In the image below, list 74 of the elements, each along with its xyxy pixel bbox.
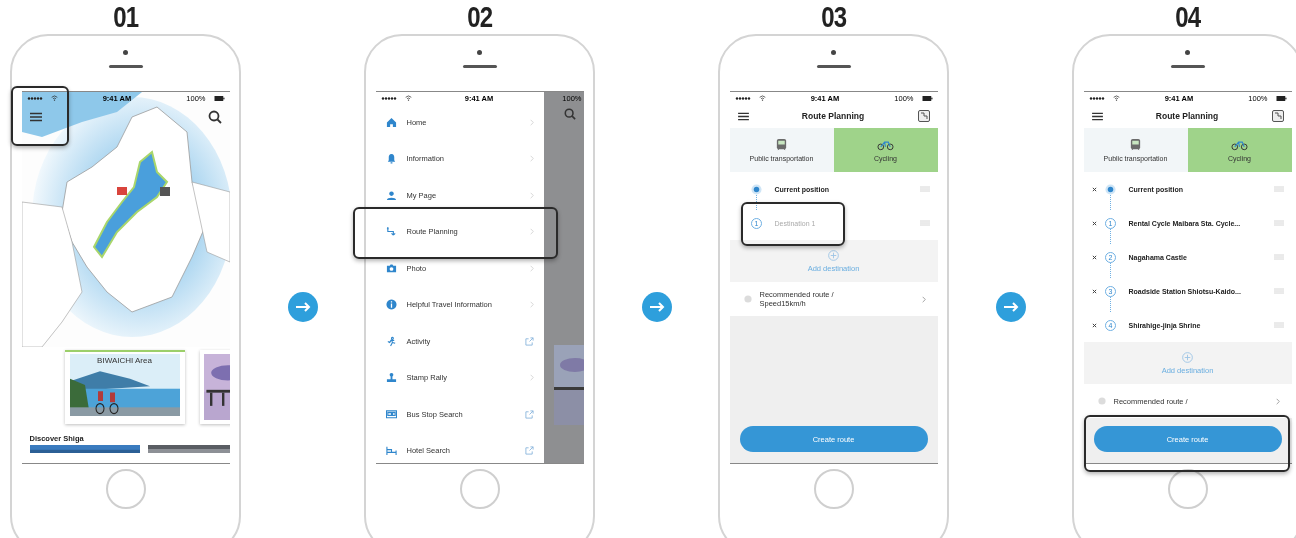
battery-icon bbox=[213, 95, 225, 101]
arrow-right-icon bbox=[641, 292, 672, 322]
chevron-right-icon bbox=[529, 118, 534, 126]
screen-title: Route Planning bbox=[1155, 111, 1219, 121]
train-icon bbox=[775, 138, 788, 151]
route-option-icon bbox=[1097, 397, 1106, 405]
route-icon bbox=[385, 226, 397, 238]
speaker-slot bbox=[1170, 65, 1205, 68]
chevron-right-icon bbox=[529, 264, 534, 272]
speaker-slot bbox=[108, 65, 143, 68]
home-button[interactable] bbox=[1167, 469, 1208, 509]
train-icon bbox=[1129, 138, 1142, 151]
external-link-icon bbox=[524, 336, 534, 346]
menu-icon[interactable] bbox=[1091, 111, 1103, 121]
info-icon bbox=[385, 299, 397, 311]
signal-icon bbox=[1088, 96, 1105, 100]
stamp-icon bbox=[385, 372, 397, 384]
bed-icon bbox=[385, 445, 397, 457]
card-title: BIWAICHI Area bbox=[96, 356, 153, 365]
speaker-slot bbox=[462, 65, 497, 68]
map-icon[interactable] bbox=[1271, 110, 1284, 122]
arrow-right-icon bbox=[287, 292, 318, 322]
arrow-right-icon bbox=[995, 292, 1026, 322]
close-icon[interactable] bbox=[1091, 322, 1097, 328]
plus-circle-icon bbox=[1182, 351, 1193, 363]
route-option-icon bbox=[743, 295, 752, 303]
camera-dot bbox=[1185, 50, 1190, 55]
map-icon[interactable] bbox=[917, 110, 930, 122]
camera-dot bbox=[477, 50, 482, 55]
step-number: 03 bbox=[820, 0, 847, 34]
chevron-right-icon bbox=[529, 228, 534, 236]
wifi-icon bbox=[50, 95, 58, 101]
signal-icon bbox=[734, 96, 751, 100]
wifi-icon bbox=[758, 95, 766, 101]
chevron-right-icon bbox=[529, 155, 534, 163]
plus-circle-icon bbox=[828, 249, 839, 261]
close-icon[interactable] bbox=[1091, 220, 1097, 226]
person-icon bbox=[385, 189, 397, 201]
bus-icon bbox=[385, 408, 397, 420]
chevron-right-icon bbox=[921, 295, 926, 303]
speaker-slot bbox=[816, 65, 851, 68]
spot-card[interactable] bbox=[199, 350, 230, 424]
step-number: 02 bbox=[466, 0, 493, 34]
close-icon[interactable] bbox=[1091, 288, 1097, 294]
menu-icon[interactable] bbox=[29, 112, 42, 122]
close-icon[interactable] bbox=[1091, 254, 1097, 260]
signal-icon bbox=[380, 96, 397, 100]
runner-icon bbox=[385, 335, 397, 347]
home-icon bbox=[385, 116, 397, 128]
chevron-right-icon bbox=[1275, 397, 1280, 405]
wifi-icon bbox=[1112, 95, 1120, 101]
search-icon bbox=[563, 108, 576, 120]
chevron-right-icon bbox=[529, 301, 534, 309]
camera-dot bbox=[831, 50, 836, 55]
wifi-icon bbox=[404, 95, 412, 101]
signal-icon bbox=[26, 96, 43, 100]
chevron-right-icon bbox=[529, 191, 534, 199]
external-link-icon bbox=[524, 446, 534, 456]
external-link-icon bbox=[524, 409, 534, 419]
area-card[interactable]: BIWAICHI Area bbox=[64, 350, 185, 424]
step-number: 04 bbox=[1174, 0, 1201, 34]
close-icon[interactable] bbox=[1091, 186, 1097, 192]
camera-icon bbox=[385, 262, 397, 274]
screen-title: Route Planning bbox=[801, 111, 865, 121]
step-number: 01 bbox=[112, 0, 139, 34]
current-location-marker bbox=[1105, 183, 1116, 195]
battery-icon bbox=[921, 95, 933, 101]
menu-icon[interactable] bbox=[737, 111, 749, 121]
bell-icon bbox=[385, 153, 397, 165]
search-icon[interactable] bbox=[207, 110, 222, 124]
battery-icon bbox=[1275, 95, 1287, 101]
current-location-marker bbox=[751, 183, 762, 195]
chevron-right-icon bbox=[529, 374, 534, 382]
camera-dot bbox=[123, 50, 128, 55]
